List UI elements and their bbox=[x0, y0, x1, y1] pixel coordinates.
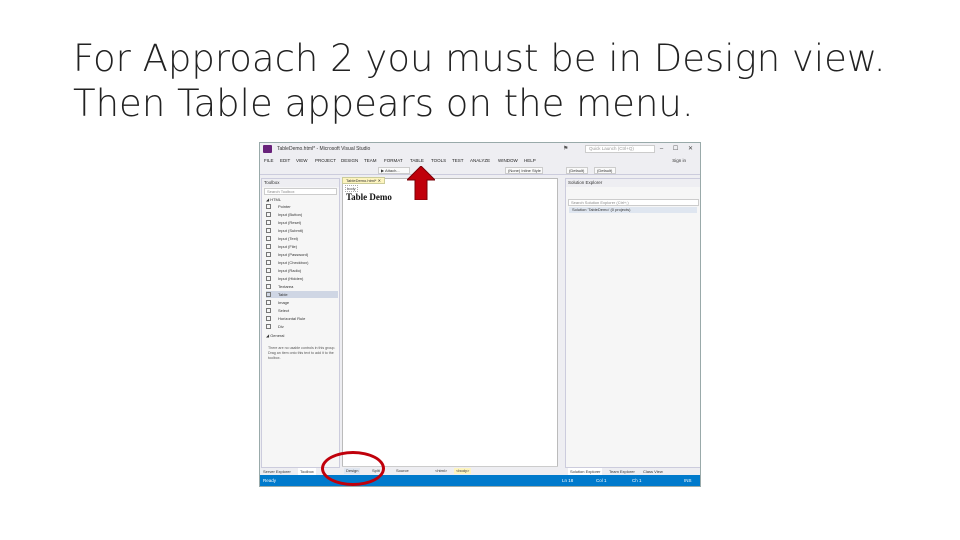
toolbox-item[interactable]: Input (Submit) bbox=[266, 227, 338, 234]
slide-title-line2: Then Table appears on the menu. bbox=[73, 82, 694, 125]
menu-design[interactable]: DESIGN bbox=[341, 158, 358, 163]
status-char: Ch 1 bbox=[632, 478, 642, 483]
window-controls[interactable]: – ☐ ✕ bbox=[660, 145, 697, 152]
toolbar: ▶ Attach... (None) Inline Style (Default… bbox=[260, 165, 700, 175]
slide-title-line1: For Approach 2 you must be in Design vie… bbox=[73, 37, 886, 80]
toolbox-item[interactable]: Input (Text) bbox=[266, 235, 338, 242]
body-tag-crumb[interactable]: <body> bbox=[454, 468, 472, 474]
table-icon bbox=[266, 292, 271, 297]
design-heading: Table Demo bbox=[346, 192, 392, 202]
html-tag-crumb[interactable]: <html> bbox=[433, 468, 449, 474]
password-icon bbox=[266, 252, 271, 257]
toolbox-item[interactable]: Div bbox=[266, 323, 338, 330]
submit-icon bbox=[266, 228, 271, 233]
menu-analyze[interactable]: ANALYZE bbox=[470, 158, 490, 163]
reset-icon bbox=[266, 220, 271, 225]
toolbox-tab[interactable]: Toolbox bbox=[298, 468, 316, 475]
checkbox-icon bbox=[266, 260, 271, 265]
feedback-flag-icon[interactable]: ⚑ bbox=[563, 145, 568, 152]
button-icon bbox=[266, 212, 271, 217]
pointer-icon bbox=[266, 204, 271, 209]
solution-tree-row[interactable]: Solution 'TableDemo' (0 projects) bbox=[569, 207, 697, 213]
style-select[interactable]: (None) Inline Style bbox=[505, 167, 543, 174]
quick-launch-input[interactable]: Quick Launch (Ctrl+Q) bbox=[585, 145, 655, 153]
menu-table[interactable]: TABLE bbox=[410, 158, 424, 163]
visual-studio-window: TableDemo.html* - Microsoft Visual Studi… bbox=[259, 142, 701, 487]
menu-bar: FILE EDIT VIEW PROJECT DESIGN TEAM FORMA… bbox=[260, 156, 700, 165]
server-explorer-tab[interactable]: Server Explorer bbox=[263, 468, 291, 475]
window-title: TableDemo.html* - Microsoft Visual Studi… bbox=[277, 146, 371, 152]
hidden-icon bbox=[266, 276, 271, 281]
target-select[interactable]: (Default) bbox=[594, 167, 616, 174]
menu-file[interactable]: FILE bbox=[264, 158, 274, 163]
solution-search-input[interactable]: Search Solution Explorer (Ctrl+;) bbox=[568, 199, 699, 206]
menu-team[interactable]: TEAM bbox=[364, 158, 377, 163]
toolbox-item[interactable]: Input (Reset) bbox=[266, 219, 338, 226]
toolbox-item[interactable]: Input (Button) bbox=[266, 211, 338, 218]
textbox-icon bbox=[266, 236, 271, 241]
toolbox-group-general[interactable]: ◢ General bbox=[266, 332, 338, 339]
toolbox-group-html[interactable]: ◢ HTML bbox=[266, 196, 338, 203]
toolbox-item[interactable]: Horizontal Rule bbox=[266, 315, 338, 322]
menu-tools[interactable]: TOOLS bbox=[431, 158, 446, 163]
toolbox-header: Toolbox bbox=[262, 179, 339, 187]
team-explorer-tab[interactable]: Team Explorer bbox=[609, 468, 635, 475]
design-surface[interactable] bbox=[342, 178, 558, 468]
document-tab[interactable]: TableDemo.html* ✕ bbox=[342, 177, 385, 184]
toolbox-item-table[interactable]: Table bbox=[266, 291, 338, 298]
red-arrow-icon bbox=[407, 166, 435, 200]
toolbox-item[interactable]: Input (File) bbox=[266, 243, 338, 250]
toolbox-panel: Toolbox Search Toolbox ◢ HTML Pointer In… bbox=[261, 178, 340, 468]
red-highlight-ellipse bbox=[321, 451, 385, 486]
body-tag-label[interactable]: body bbox=[345, 185, 358, 192]
textarea-icon bbox=[266, 284, 271, 289]
image-icon bbox=[266, 300, 271, 305]
toolbox-item[interactable]: Pointer bbox=[266, 203, 338, 210]
menu-edit[interactable]: EDIT bbox=[280, 158, 290, 163]
toolbox-item[interactable]: Textarea bbox=[266, 283, 338, 290]
toolbox-hint: There are no usable controls in this gro… bbox=[268, 346, 336, 360]
status-ins: INS bbox=[684, 478, 692, 483]
div-icon bbox=[266, 324, 271, 329]
toolbox-item[interactable]: Input (Radio) bbox=[266, 267, 338, 274]
horizontal-rule-icon bbox=[266, 316, 271, 321]
attach-button[interactable]: ▶ Attach... bbox=[378, 167, 410, 174]
select-icon bbox=[266, 308, 271, 313]
menu-test[interactable]: TEST bbox=[452, 158, 464, 163]
toolbox-search-input[interactable]: Search Toolbox bbox=[264, 188, 337, 195]
solution-explorer-tab[interactable]: Solution Explorer bbox=[568, 468, 603, 475]
menu-window[interactable]: WINDOW bbox=[498, 158, 518, 163]
toolbox-item[interactable]: Input (Checkbox) bbox=[266, 259, 338, 266]
file-icon bbox=[266, 244, 271, 249]
toolbox-item[interactable]: Input (Password) bbox=[266, 251, 338, 258]
radio-icon bbox=[266, 268, 271, 273]
menu-view[interactable]: VIEW bbox=[296, 158, 308, 163]
title-bar: TableDemo.html* - Microsoft Visual Studi… bbox=[260, 143, 700, 155]
toolbox-item[interactable]: Input (Hidden) bbox=[266, 275, 338, 282]
solution-explorer-panel: Solution Explorer Search Solution Explor… bbox=[565, 178, 700, 468]
toolbox-item[interactable]: Select bbox=[266, 307, 338, 314]
status-ready: Ready bbox=[263, 478, 277, 483]
sign-in-link[interactable]: Sign in bbox=[672, 158, 686, 163]
status-line: Ln 18 bbox=[562, 478, 574, 483]
toolbox-item[interactable]: Image bbox=[266, 299, 338, 306]
solution-explorer-header: Solution Explorer bbox=[566, 179, 700, 187]
menu-format[interactable]: FORMAT bbox=[384, 158, 403, 163]
source-view-tab[interactable]: Source bbox=[394, 468, 411, 474]
browser-select[interactable]: (Default) bbox=[566, 167, 588, 174]
status-col: Col 1 bbox=[596, 478, 607, 483]
class-view-tab[interactable]: Class View bbox=[643, 468, 663, 475]
menu-help[interactable]: HELP bbox=[524, 158, 536, 163]
visual-studio-logo-icon bbox=[263, 145, 272, 153]
slide-title: For Approach 2 you must be in Design vie… bbox=[73, 36, 933, 126]
menu-project[interactable]: PROJECT bbox=[315, 158, 336, 163]
